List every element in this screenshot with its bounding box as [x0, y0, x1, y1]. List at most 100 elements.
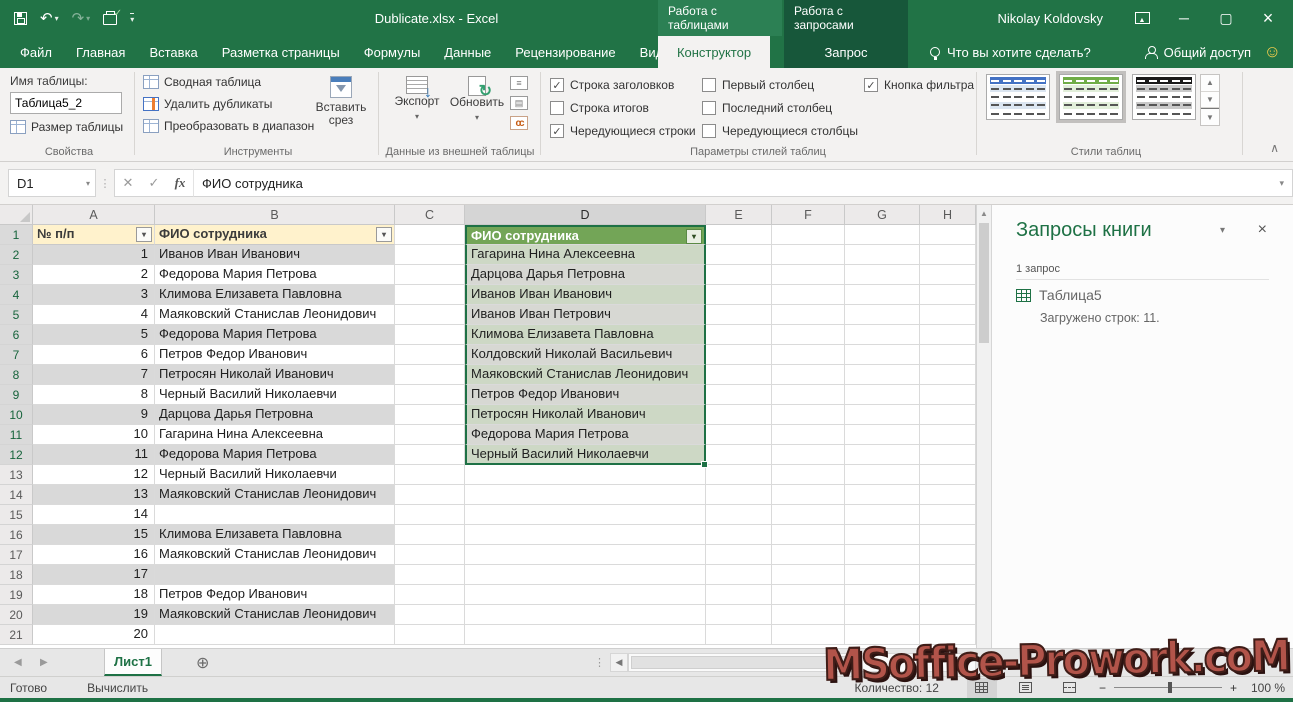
cell-C11[interactable] — [395, 425, 465, 445]
cell-C14[interactable] — [395, 485, 465, 505]
insert-slicer-button[interactable]: Вставить срез — [312, 76, 370, 127]
resize-table-button[interactable]: Размер таблицы — [10, 120, 123, 134]
cell-H4[interactable] — [920, 285, 976, 305]
checkbox-icon[interactable] — [702, 124, 716, 138]
cell-G7[interactable] — [845, 345, 920, 365]
cell-G18[interactable] — [845, 565, 920, 585]
cell-G2[interactable] — [845, 245, 920, 265]
cell-F18[interactable] — [772, 565, 845, 585]
tab-konstruktor[interactable]: Конструктор — [658, 36, 770, 68]
page-break-view-button[interactable] — [1055, 678, 1085, 698]
queries-panel-dropdown-icon[interactable]: ▾ — [1220, 225, 1225, 236]
select-all-corner[interactable] — [0, 205, 33, 225]
cell-H2[interactable] — [920, 245, 976, 265]
cell-F20[interactable] — [772, 605, 845, 625]
cell-E13[interactable] — [706, 465, 772, 485]
column-header-F[interactable]: F — [772, 205, 845, 225]
cell-D16[interactable] — [465, 525, 706, 545]
cell-B12[interactable]: Федорова Мария Петрова — [155, 445, 395, 465]
tab-6[interactable]: Рецензирование — [503, 36, 627, 68]
checkbox-icon[interactable] — [702, 78, 716, 92]
cell-E18[interactable] — [706, 565, 772, 585]
cell-F21[interactable] — [772, 625, 845, 645]
cell-B1[interactable]: ФИО сотрудника▾ — [155, 225, 395, 245]
cell-A14[interactable]: 13 — [33, 485, 155, 505]
cell-D11[interactable]: Федорова Мария Петрова — [465, 425, 706, 445]
convert-to-range-button[interactable]: Преобразовать в диапазон — [143, 119, 314, 133]
row-header-6[interactable]: 6 — [0, 325, 33, 345]
feedback-smiley-icon[interactable]: ☺ — [1264, 36, 1281, 68]
cell-A19[interactable]: 18 — [33, 585, 155, 605]
cell-G19[interactable] — [845, 585, 920, 605]
cell-C7[interactable] — [395, 345, 465, 365]
cell-A15[interactable]: 14 — [33, 505, 155, 525]
cell-A9[interactable]: 8 — [33, 385, 155, 405]
cell-C5[interactable] — [395, 305, 465, 325]
cell-C21[interactable] — [395, 625, 465, 645]
column-header-A[interactable]: A — [33, 205, 155, 225]
row-header-21[interactable]: 21 — [0, 625, 33, 645]
cell-A3[interactable]: 2 — [33, 265, 155, 285]
cell-A11[interactable]: 10 — [33, 425, 155, 445]
cell-F15[interactable] — [772, 505, 845, 525]
cell-B7[interactable]: Петров Федор Иванович — [155, 345, 395, 365]
export-button[interactable]: ↓ Экспорт ▾ — [388, 76, 446, 123]
row-header-16[interactable]: 16 — [0, 525, 33, 545]
spreadsheet-grid[interactable]: ABCDEFGH1№ п/п▾ФИО сотрудника▾ФИО сотруд… — [0, 205, 976, 648]
cancel-icon[interactable]: ✕ — [115, 175, 141, 191]
checkbox-icon[interactable]: ✓ — [550, 124, 564, 138]
cell-A5[interactable]: 4 — [33, 305, 155, 325]
column-header-C[interactable]: C — [395, 205, 465, 225]
zoom-in-icon[interactable]: + — [1230, 681, 1237, 695]
tab-4[interactable]: Формулы — [352, 36, 433, 68]
cell-E21[interactable] — [706, 625, 772, 645]
column-header-D[interactable]: D — [465, 205, 706, 225]
cell-E12[interactable] — [706, 445, 772, 465]
cell-E8[interactable] — [706, 365, 772, 385]
cell-H5[interactable] — [920, 305, 976, 325]
cell-D9[interactable]: Петров Федор Иванович — [465, 385, 706, 405]
cell-E15[interactable] — [706, 505, 772, 525]
cell-H16[interactable] — [920, 525, 976, 545]
cell-G8[interactable] — [845, 365, 920, 385]
queries-panel-close-icon[interactable]: × — [1258, 221, 1267, 239]
cell-C8[interactable] — [395, 365, 465, 385]
cell-D5[interactable]: Иванов Иван Петрович — [465, 305, 706, 325]
cell-A6[interactable]: 5 — [33, 325, 155, 345]
open-in-browser-icon[interactable]: ▤ — [510, 96, 528, 110]
column-header-H[interactable]: H — [920, 205, 976, 225]
cell-B5[interactable]: Маяковский Станислав Леонидович — [155, 305, 395, 325]
cell-C6[interactable] — [395, 325, 465, 345]
zoom-track[interactable] — [1114, 687, 1222, 688]
cell-B21[interactable] — [155, 625, 395, 645]
vertical-scrollbar[interactable]: ▲ — [976, 205, 991, 648]
row-header-8[interactable]: 8 — [0, 365, 33, 385]
cell-D7[interactable]: Колдовский Николай Васильевич — [465, 345, 706, 365]
cell-E20[interactable] — [706, 605, 772, 625]
cell-H1[interactable] — [920, 225, 976, 245]
cell-G13[interactable] — [845, 465, 920, 485]
cell-F13[interactable] — [772, 465, 845, 485]
row-header-17[interactable]: 17 — [0, 545, 33, 565]
row-header-15[interactable]: 15 — [0, 505, 33, 525]
cell-H20[interactable] — [920, 605, 976, 625]
cell-G16[interactable] — [845, 525, 920, 545]
cell-G3[interactable] — [845, 265, 920, 285]
ribbon-display-options-button[interactable]: ▲ — [1125, 4, 1159, 32]
row-header-19[interactable]: 19 — [0, 585, 33, 605]
cell-A4[interactable]: 3 — [33, 285, 155, 305]
hscroll-left-icon[interactable]: ◀ — [610, 653, 628, 672]
cell-D1[interactable]: ФИО сотрудника▾ — [465, 225, 706, 245]
checkbox-последний-столбец[interactable]: Последний столбец — [702, 101, 858, 115]
cell-F5[interactable] — [772, 305, 845, 325]
cell-E2[interactable] — [706, 245, 772, 265]
sheet-prev-icon[interactable]: ◀ — [14, 649, 22, 676]
cell-D14[interactable] — [465, 485, 706, 505]
cell-G10[interactable] — [845, 405, 920, 425]
cell-G11[interactable] — [845, 425, 920, 445]
cell-G6[interactable] — [845, 325, 920, 345]
insert-function-icon[interactable]: fx — [167, 175, 193, 191]
checkbox-первый-столбец[interactable]: Первый столбец — [702, 78, 858, 92]
cell-F10[interactable] — [772, 405, 845, 425]
remove-duplicates-button[interactable]: Удалить дубликаты — [143, 97, 314, 111]
